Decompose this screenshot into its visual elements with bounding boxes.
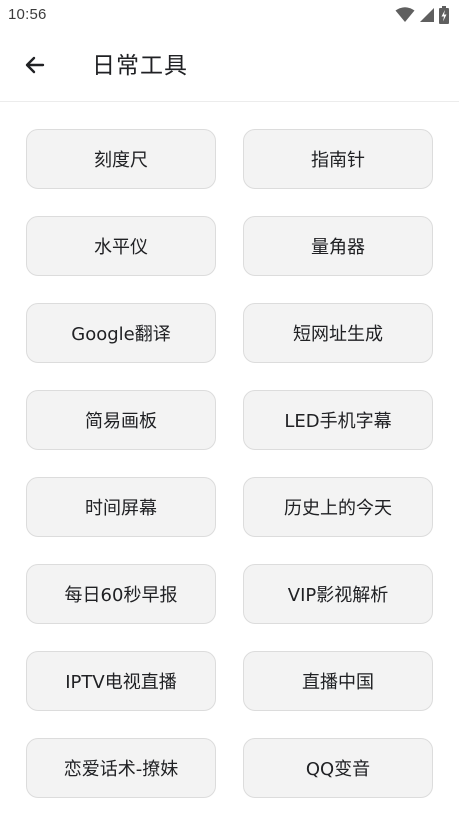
qq-voice-button[interactable]: QQ变音 bbox=[243, 738, 433, 798]
protractor-button[interactable]: 量角器 bbox=[243, 216, 433, 276]
time-screen-button[interactable]: 时间屏幕 bbox=[26, 477, 216, 537]
signal-icon bbox=[419, 7, 435, 23]
status-bar: 10:56 bbox=[0, 0, 459, 32]
short-url-button[interactable]: 短网址生成 bbox=[243, 303, 433, 363]
vip-video-button[interactable]: VIP影视解析 bbox=[243, 564, 433, 624]
battery-charging-icon bbox=[439, 6, 449, 24]
daily-60s-button[interactable]: 每日60秒早报 bbox=[26, 564, 216, 624]
level-button[interactable]: 水平仪 bbox=[26, 216, 216, 276]
app-bar: 日常工具 bbox=[0, 32, 459, 102]
compass-button[interactable]: 指南针 bbox=[243, 129, 433, 189]
status-time: 10:56 bbox=[8, 6, 47, 23]
google-translate-button[interactable]: Google翻译 bbox=[26, 303, 216, 363]
history-today-button[interactable]: 历史上的今天 bbox=[243, 477, 433, 537]
status-icons bbox=[395, 6, 449, 24]
page-title: 日常工具 bbox=[92, 53, 188, 79]
pickup-lines-button[interactable]: 恋爱话术-撩妹 bbox=[26, 738, 216, 798]
wifi-icon bbox=[395, 7, 415, 23]
led-banner-button[interactable]: LED手机字幕 bbox=[243, 390, 433, 450]
drawing-board-button[interactable]: 简易画板 bbox=[26, 390, 216, 450]
tools-grid: 刻度尺 指南针 水平仪 量角器 Google翻译 短网址生成 简易画板 LED手… bbox=[26, 129, 433, 798]
ruler-button[interactable]: 刻度尺 bbox=[26, 129, 216, 189]
iptv-button[interactable]: IPTV电视直播 bbox=[26, 651, 216, 711]
back-button[interactable] bbox=[18, 52, 52, 82]
arrow-left-icon bbox=[23, 53, 47, 81]
live-china-button[interactable]: 直播中国 bbox=[243, 651, 433, 711]
